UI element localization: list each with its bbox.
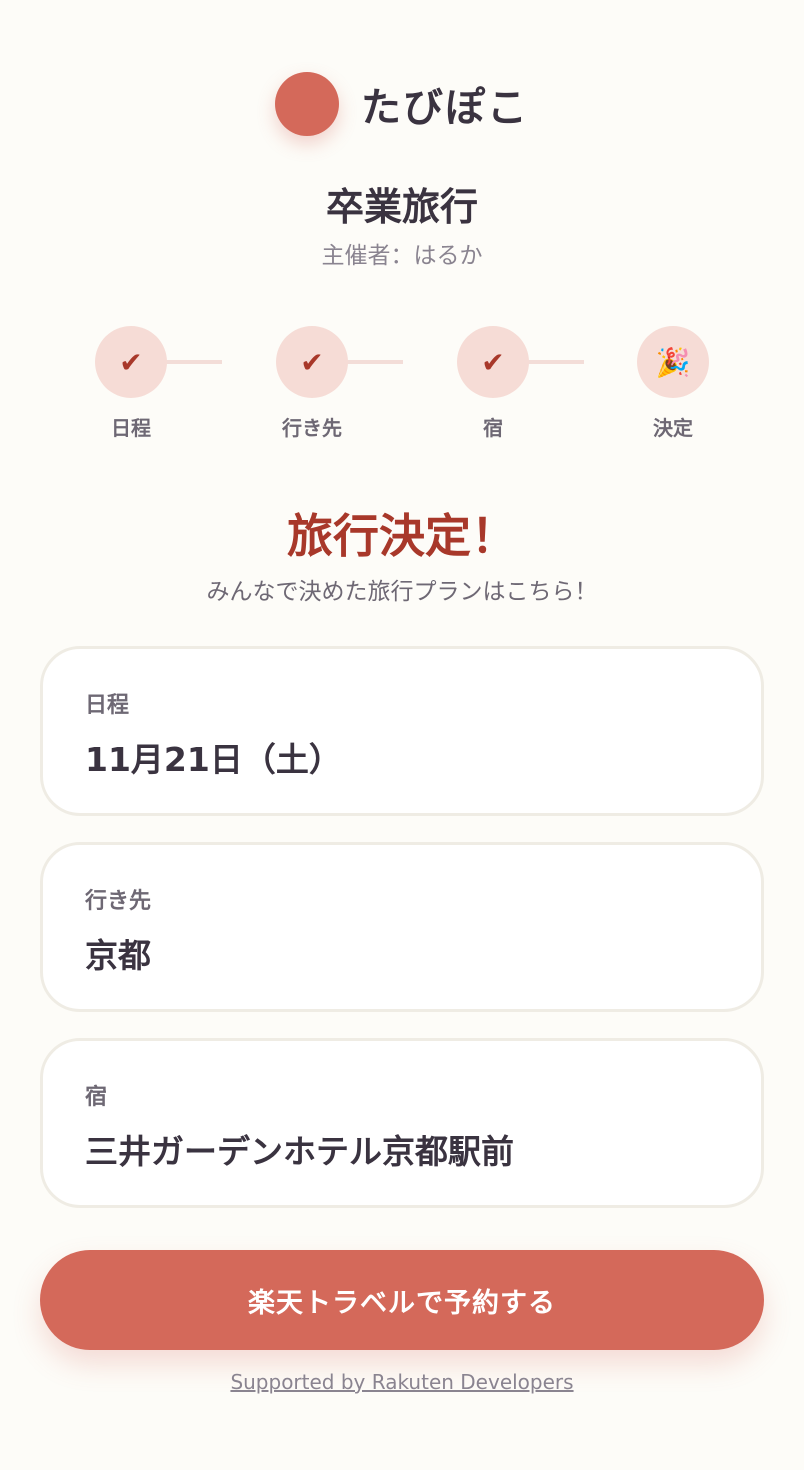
destination-card: 行き先 京都 bbox=[40, 842, 764, 1012]
step-decided: 🎉 決定 bbox=[603, 326, 743, 441]
step-label: 行き先 bbox=[282, 416, 342, 440]
decision-title: 旅行決定！ bbox=[287, 509, 517, 563]
hotel-card: 宿 三井ガーデンホテル京都駅前 bbox=[40, 1038, 764, 1208]
check-icon: ✔ bbox=[276, 326, 348, 398]
card-value: 11月21日（土） bbox=[85, 740, 342, 779]
check-icon: ✔ bbox=[95, 326, 167, 398]
app-header: たびぽこ bbox=[0, 72, 804, 136]
party-popper-icon: 🎉 bbox=[637, 326, 709, 398]
check-icon: ✔ bbox=[457, 326, 529, 398]
organizer-label: 主催者：はるか bbox=[321, 243, 483, 269]
card-value: 京都 bbox=[85, 936, 151, 975]
app-name: たびぽこ bbox=[361, 85, 529, 131]
logo-dot-icon bbox=[275, 72, 339, 136]
step-schedule: ✔ 日程 bbox=[61, 326, 201, 441]
schedule-card: 日程 11月21日（土） bbox=[40, 646, 764, 816]
step-hotel: ✔ 宿 bbox=[423, 326, 563, 441]
step-label: 宿 bbox=[483, 416, 503, 440]
decision-subtitle: みんなで決めた旅行プランはこちら！ bbox=[206, 579, 598, 605]
card-label: 行き先 bbox=[85, 889, 152, 914]
card-label: 宿 bbox=[85, 1085, 108, 1110]
step-destination: ✔ 行き先 bbox=[242, 326, 382, 441]
book-rakuten-travel-button[interactable]: 楽天トラベルで予約する bbox=[40, 1250, 764, 1350]
progress-steps: ✔ 日程 ✔ 行き先 ✔ 宿 🎉 決定 bbox=[0, 326, 804, 446]
trip-title: 卒業旅行 bbox=[325, 185, 478, 229]
step-label: 決定 bbox=[653, 416, 693, 440]
step-label: 日程 bbox=[111, 416, 151, 440]
card-label: 日程 bbox=[85, 693, 130, 718]
supported-by-link[interactable]: Supported by Rakuten Developers bbox=[0, 1370, 804, 1394]
card-value: 三井ガーデンホテル京都駅前 bbox=[85, 1132, 514, 1171]
